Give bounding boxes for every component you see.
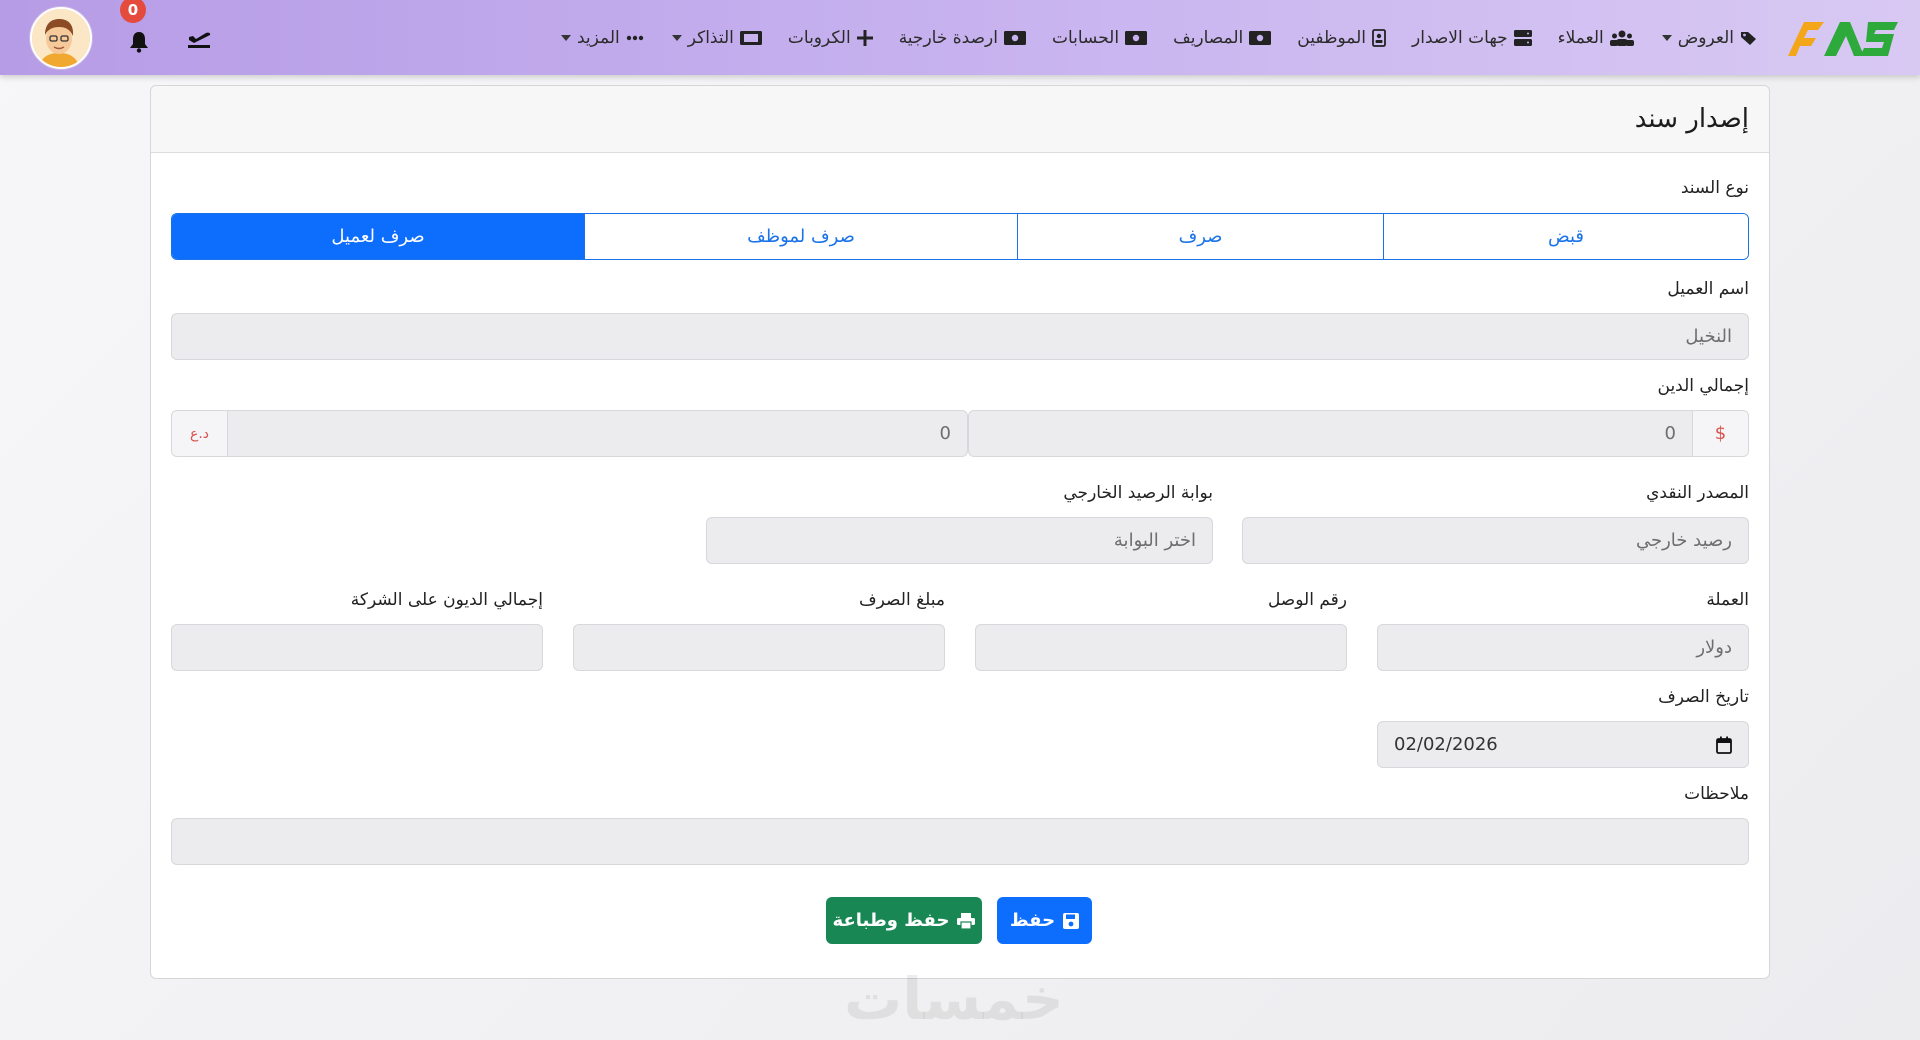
debt-iqd-field[interactable]: 0: [228, 411, 967, 456]
server-icon: [1513, 29, 1532, 46]
nav-groups[interactable]: الكروبات: [788, 28, 873, 48]
nav-more-label: المزيد: [576, 27, 620, 48]
payment-date-field[interactable]: 02/02/2026: [1377, 721, 1749, 768]
voucher-type-employee-payment[interactable]: صرف لموظف: [584, 214, 1017, 259]
cash-source-field[interactable]: رصيد خارجي: [1242, 517, 1749, 564]
nav-clients[interactable]: العملاء: [1558, 28, 1634, 48]
nav-accounts[interactable]: الحسابات: [1051, 27, 1148, 48]
amount-field[interactable]: [573, 624, 945, 671]
nav-issuers[interactable]: جهات الاصدار: [1412, 28, 1532, 48]
nav-employees[interactable]: الموظفين: [1297, 28, 1386, 48]
issue-voucher-card: إصدار سند نوع السند قبض صرف صرف لموظف صر…: [150, 85, 1770, 979]
nav-employees-label: الموظفين: [1297, 27, 1367, 48]
notifications-button[interactable]: 0: [120, 0, 152, 53]
calendar-icon[interactable]: [1716, 736, 1732, 754]
save-button-label: حفظ: [1009, 910, 1056, 931]
receipt-number-label: رقم الوصل: [1267, 590, 1347, 610]
card-header: إصدار سند: [151, 86, 1769, 153]
nav-groups-label: الكروبات: [787, 27, 851, 48]
id-badge-icon: [1372, 28, 1386, 47]
dollar-symbol: $: [1692, 411, 1748, 456]
amount-label: مبلغ الصرف: [859, 590, 945, 610]
logo-icon: [1788, 21, 1898, 56]
print-icon: [957, 912, 976, 929]
debt-usd-group: $ 0: [968, 410, 1749, 457]
gateway-select[interactable]: اختر البوابة: [706, 517, 1213, 564]
voucher-type-label: نوع السند: [1680, 178, 1749, 198]
cash-source-label: المصدر النقدي: [1646, 483, 1749, 503]
plane-departure-icon: [188, 32, 211, 48]
nav-utilities: 0: [16, 0, 212, 69]
client-name-field[interactable]: النخيل: [171, 313, 1749, 360]
money-bill-icon: [1249, 30, 1272, 45]
nav-tickets[interactable]: التذاكر: [670, 28, 762, 48]
nav-tickets-label: التذاكر: [687, 27, 734, 48]
voucher-type-receipt[interactable]: قبض: [1383, 214, 1748, 259]
currency-label: العملة: [1706, 590, 1749, 610]
watermark-logo: خمسات: [844, 965, 1064, 1033]
receipt-number-field[interactable]: [975, 624, 1347, 671]
nav-more[interactable]: المزيد: [559, 28, 644, 48]
nav-expenses-label: المصاريف: [1173, 27, 1244, 48]
notes-field[interactable]: [171, 818, 1749, 865]
brand-logo[interactable]: [1764, 0, 1904, 75]
client-name-label: اسم العميل: [1667, 279, 1749, 299]
gateway-label: بوابة الرصيد الخارجي: [1063, 483, 1213, 503]
notes-label: ملاحظات: [1684, 784, 1749, 804]
ellipsis-icon: [626, 35, 644, 41]
users-icon: [1609, 30, 1634, 46]
nav-external-balances-label: ارصدة خارجية: [898, 27, 998, 48]
nav-offers[interactable]: العروض: [1660, 28, 1758, 48]
save-print-button[interactable]: حفظ وطباعة: [826, 897, 982, 944]
ticket-icon: [739, 30, 762, 45]
page-title: إصدار سند: [1634, 104, 1749, 134]
nav-clients-label: العملاء: [1557, 27, 1604, 48]
chevron-down-icon: [671, 34, 682, 41]
nav-external-balances[interactable]: ارصدة خارجية: [899, 28, 1026, 48]
notification-count-badge: 0: [120, 0, 146, 23]
money-bill-icon: [1125, 30, 1148, 45]
debt-iqd-group: 0 د.ع: [171, 410, 968, 457]
payment-date-value: 02/02/2026: [1394, 734, 1498, 755]
money-bill-icon: [1003, 30, 1026, 45]
save-button[interactable]: حفظ: [997, 897, 1092, 944]
chevron-down-icon: [560, 34, 571, 41]
voucher-type-payment[interactable]: صرف: [1017, 214, 1383, 259]
floppy-disk-icon: [1063, 912, 1080, 929]
company-debt-field[interactable]: [171, 624, 543, 671]
tags-icon: [1740, 30, 1758, 46]
company-debt-label: إجمالي الديون على الشركة: [350, 590, 543, 610]
payment-date-label: تاريخ الصرف: [1658, 687, 1749, 707]
debt-usd-field[interactable]: 0: [969, 411, 1692, 456]
iqd-symbol: د.ع: [172, 411, 228, 456]
total-debt-label: إجمالي الدين: [1657, 376, 1750, 396]
flight-button[interactable]: [186, 27, 212, 49]
currency-field[interactable]: دولار: [1377, 624, 1749, 671]
nav-issuers-label: جهات الاصدار: [1412, 27, 1508, 48]
save-print-button-label: حفظ وطباعة: [832, 910, 950, 931]
user-avatar[interactable]: [30, 6, 92, 69]
avatar-icon: [32, 8, 90, 67]
main-menu: العروض العملاء جهات الاصدار الموظفين الم…: [559, 28, 1758, 48]
voucher-type-selector: قبض صرف صرف لموظف صرف لعميل: [171, 213, 1749, 260]
chevron-down-icon: [1661, 34, 1672, 41]
nav-offers-label: العروض: [1677, 27, 1734, 48]
top-navbar: العروض العملاء جهات الاصدار الموظفين الم…: [0, 0, 1920, 75]
voucher-type-client-payment[interactable]: صرف لعميل: [172, 214, 584, 259]
plus-icon: [856, 29, 873, 46]
nav-expenses[interactable]: المصاريف: [1173, 27, 1272, 48]
nav-accounts-label: الحسابات: [1051, 27, 1120, 48]
bell-icon: [130, 31, 148, 53]
